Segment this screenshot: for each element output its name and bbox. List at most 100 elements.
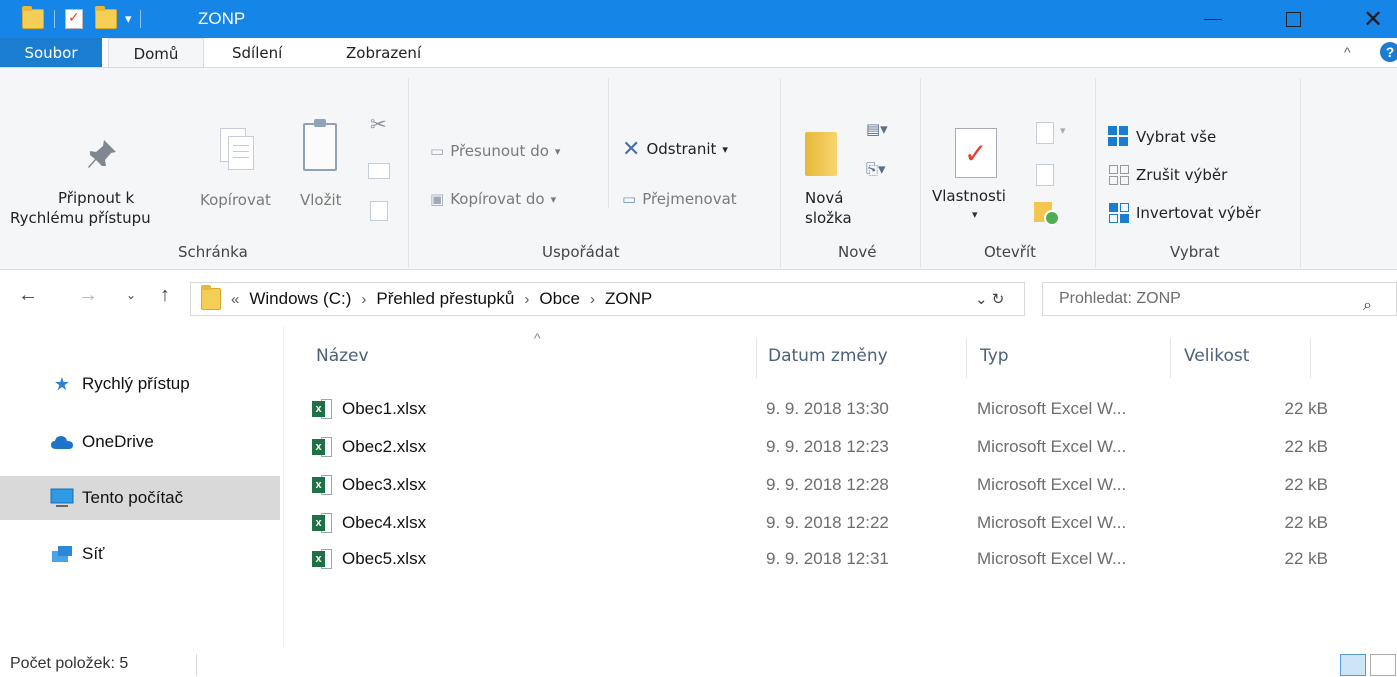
collapse-ribbon-icon[interactable]: ^ bbox=[1344, 44, 1351, 60]
column-header-type[interactable]: Typ bbox=[980, 346, 1009, 366]
help-icon[interactable]: ? bbox=[1380, 42, 1397, 62]
invert-selection-button[interactable]: Invertovat výběr bbox=[1108, 202, 1261, 224]
address-bar[interactable]: « Windows (C:) › Přehled přestupků › Obc… bbox=[190, 282, 1025, 316]
nav-item-this-pc[interactable]: Tento počítač bbox=[0, 476, 280, 520]
properties-button[interactable]: Vlastnosti bbox=[932, 186, 1006, 206]
breadcrumb-separator-icon[interactable]: › bbox=[361, 291, 366, 308]
nav-item-quick-access[interactable]: ★ Rychlý přístup bbox=[0, 362, 280, 406]
breadcrumb-overflow-icon[interactable]: « bbox=[231, 291, 239, 308]
new-folder-label-1[interactable]: Nová bbox=[805, 188, 843, 208]
file-date: 9. 9. 2018 12:22 bbox=[766, 513, 889, 532]
chevron-down-icon[interactable]: ▾ bbox=[1060, 124, 1066, 137]
back-button[interactable]: ← bbox=[18, 284, 38, 307]
navigation-bar: ← → ⌄ ↑ « Windows (C:) › Přehled přestup… bbox=[0, 270, 1397, 326]
address-dropdown-icon[interactable]: ⌄ ↻ bbox=[975, 290, 1004, 308]
new-group-label: Nové bbox=[838, 243, 877, 261]
paste-button[interactable]: Vložit bbox=[300, 190, 342, 210]
excel-file-icon: x bbox=[312, 513, 332, 533]
paste-shortcut-icon[interactable] bbox=[370, 201, 388, 221]
recent-locations-icon[interactable]: ⌄ bbox=[126, 288, 136, 302]
file-date: 9. 9. 2018 12:31 bbox=[766, 549, 889, 568]
pin-button-label-1[interactable]: Připnout k bbox=[58, 188, 134, 208]
clipboard-group-label: Schránka bbox=[178, 243, 248, 261]
excel-file-icon: x bbox=[312, 549, 332, 569]
select-all-icon bbox=[1108, 126, 1130, 148]
new-item-icon[interactable]: ▤▾ bbox=[866, 120, 888, 138]
close-icon: ✕ bbox=[1362, 5, 1384, 33]
details-view-icon[interactable] bbox=[1340, 654, 1366, 676]
easy-access-icon[interactable]: ⎘▾ bbox=[866, 160, 886, 178]
file-row[interactable]: x Obec4.xlsx 9. 9. 2018 12:22 Microsoft E… bbox=[312, 510, 1328, 538]
move-to-button[interactable]: ▭ Přesunout do ▾ bbox=[430, 140, 560, 162]
maximize-button[interactable] bbox=[1270, 0, 1316, 38]
column-header-size[interactable]: Velikost bbox=[1184, 346, 1249, 366]
copy-to-button[interactable]: ▣ Kopírovat do ▾ bbox=[430, 188, 556, 210]
column-divider[interactable] bbox=[756, 338, 757, 378]
copy-path-icon[interactable] bbox=[368, 163, 390, 179]
network-icon bbox=[50, 544, 74, 564]
close-button[interactable]: ✕ bbox=[1350, 0, 1396, 38]
tab-share[interactable]: Sdílení bbox=[216, 38, 298, 68]
rename-label: Přejmenovat bbox=[642, 190, 737, 208]
pin-button-label-2[interactable]: Rychlému přístupu bbox=[10, 208, 151, 228]
file-date: 9. 9. 2018 12:23 bbox=[766, 437, 889, 456]
customize-toolbar-icon[interactable]: ▾ bbox=[125, 11, 132, 27]
column-header-name[interactable]: Název bbox=[316, 346, 369, 366]
breadcrumb-separator-icon[interactable]: › bbox=[590, 291, 595, 308]
select-none-label: Zrušit výběr bbox=[1136, 166, 1228, 184]
file-size: 22 kB bbox=[1284, 399, 1328, 418]
new-folder-icon[interactable] bbox=[95, 6, 117, 29]
edit-icon[interactable] bbox=[1036, 164, 1054, 186]
sort-ascending-icon: ^ bbox=[534, 330, 541, 346]
select-none-button[interactable]: Zrušit výběr bbox=[1108, 164, 1227, 186]
nav-item-network[interactable]: Síť bbox=[0, 532, 280, 576]
breadcrumb-zonp[interactable]: ZONP bbox=[605, 289, 652, 309]
search-input[interactable]: Prohledat: ZONP ⌕ bbox=[1042, 282, 1397, 316]
breadcrumb-drive[interactable]: Windows (C:) bbox=[249, 289, 351, 309]
invert-selection-label: Invertovat výběr bbox=[1136, 204, 1261, 222]
toolbar-separator bbox=[54, 10, 55, 28]
chevron-down-icon[interactable]: ▾ bbox=[972, 208, 978, 221]
properties-icon[interactable] bbox=[65, 9, 83, 29]
delete-button[interactable]: ✕ Odstranit ▾ bbox=[622, 137, 728, 162]
column-header-date[interactable]: Datum změny bbox=[768, 346, 888, 366]
tab-home[interactable]: Domů bbox=[108, 38, 204, 68]
file-row[interactable]: x Obec3.xlsx 9. 9. 2018 12:28 Microsoft E… bbox=[312, 472, 1328, 500]
select-all-button[interactable]: Vybrat vše bbox=[1108, 126, 1216, 148]
search-icon[interactable]: ⌕ bbox=[1363, 290, 1372, 322]
nav-item-onedrive[interactable]: OneDrive bbox=[0, 420, 280, 464]
ribbon-tabs: Soubor Domů Sdílení Zobrazení bbox=[0, 38, 1397, 68]
large-icons-view-icon[interactable] bbox=[1370, 654, 1396, 676]
search-placeholder: Prohledat: ZONP bbox=[1059, 290, 1181, 307]
file-name: Obec2.xlsx bbox=[342, 437, 427, 456]
chevron-down-icon: ▾ bbox=[722, 142, 728, 156]
nav-item-label: OneDrive bbox=[82, 432, 154, 451]
file-name: Obec1.xlsx bbox=[342, 399, 427, 418]
cut-icon[interactable]: ✂ bbox=[370, 112, 387, 137]
quick-access-toolbar: ▾ bbox=[22, 6, 151, 30]
history-icon[interactable] bbox=[1034, 202, 1062, 228]
copy-button[interactable]: Kopírovat bbox=[200, 190, 271, 210]
column-divider[interactable] bbox=[1310, 338, 1311, 378]
chevron-down-icon: ▾ bbox=[554, 144, 561, 158]
rename-button[interactable]: ▭ Přejmenovat bbox=[622, 188, 737, 210]
up-button[interactable]: ↑ bbox=[160, 284, 170, 307]
file-row[interactable]: x Obec2.xlsx 9. 9. 2018 12:23 Microsoft E… bbox=[312, 434, 1328, 462]
column-divider[interactable] bbox=[1170, 338, 1171, 378]
breadcrumb-prehled[interactable]: Přehled přestupků bbox=[376, 289, 514, 309]
open-group-label: Otevřít bbox=[984, 243, 1037, 261]
file-row[interactable]: x Obec5.xlsx 9. 9. 2018 12:31 Microsoft E… bbox=[312, 546, 1328, 574]
file-type: Microsoft Excel W... bbox=[977, 513, 1127, 532]
file-row[interactable]: x Obec1.xlsx 9. 9. 2018 13:30 Microsoft E… bbox=[312, 396, 1328, 424]
minimize-button[interactable] bbox=[1190, 0, 1236, 38]
forward-button[interactable]: → bbox=[78, 284, 98, 307]
select-none-icon bbox=[1108, 164, 1130, 186]
column-divider[interactable] bbox=[966, 338, 967, 378]
nav-item-label: Tento počítač bbox=[82, 488, 184, 507]
open-icon[interactable] bbox=[1036, 122, 1054, 144]
tab-view[interactable]: Zobrazení bbox=[330, 38, 437, 68]
breadcrumb-obce[interactable]: Obce bbox=[539, 289, 580, 309]
breadcrumb-separator-icon[interactable]: › bbox=[524, 291, 529, 308]
new-folder-label-2[interactable]: složka bbox=[805, 208, 852, 228]
tab-file[interactable]: Soubor bbox=[0, 38, 102, 68]
